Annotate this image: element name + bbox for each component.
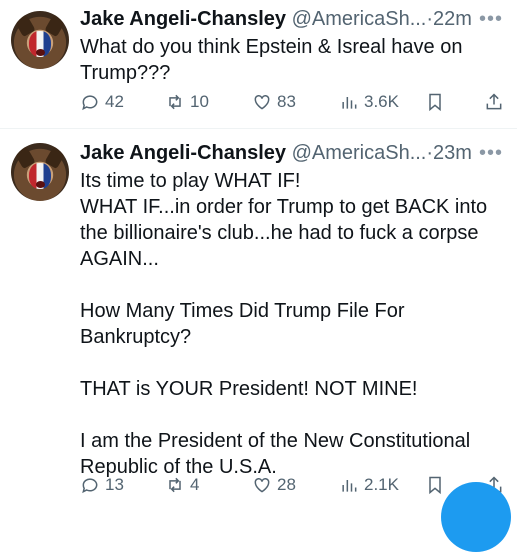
reply-icon xyxy=(82,95,98,111)
repost-icon xyxy=(169,94,181,110)
repost-button[interactable]: 4 xyxy=(165,475,199,495)
views-count: 3.6K xyxy=(364,92,399,111)
text-line: What do you think Epstein & Isreal have … xyxy=(80,36,463,58)
views-icon xyxy=(342,97,357,109)
action-bar: 13 4 28 2.1K xyxy=(80,475,504,499)
compose-button[interactable] xyxy=(441,482,511,552)
more-icon[interactable]: ••• xyxy=(479,143,503,163)
views-icon xyxy=(342,480,357,492)
text-line: THAT is YOUR President! NOT MINE! xyxy=(80,378,418,400)
bookmark-icon xyxy=(429,93,441,112)
more-icon[interactable]: ••• xyxy=(479,9,503,29)
reply-icon xyxy=(82,478,98,494)
like-icon xyxy=(254,477,270,493)
bookmark-button[interactable] xyxy=(425,475,450,495)
reply-button[interactable]: 42 xyxy=(80,92,124,112)
tweet-header: Jake Angeli-Chansley @AmericaSh...·23m xyxy=(80,141,472,165)
reply-count: 42 xyxy=(105,92,124,111)
text-line: Bankruptcy? xyxy=(80,326,192,348)
text-line: How Many Times Did Trump File For xyxy=(80,300,405,322)
text-line: Its time to play WHAT IF! xyxy=(80,170,301,192)
tweet-text: What do you think Epstein & Isreal have … xyxy=(80,34,505,86)
repost-count: 4 xyxy=(190,475,200,494)
repost-button[interactable]: 10 xyxy=(165,92,209,112)
text-line: Trump??? xyxy=(80,62,171,84)
author-handle[interactable]: @AmericaSh... xyxy=(292,142,427,164)
like-count: 28 xyxy=(277,475,296,494)
reply-button[interactable]: 13 xyxy=(80,475,124,495)
avatar[interactable] xyxy=(11,143,69,201)
share-button[interactable] xyxy=(484,92,509,112)
views-button[interactable]: 2.1K xyxy=(339,475,399,495)
timestamp[interactable]: 22m xyxy=(433,8,472,30)
author-name[interactable]: Jake Angeli-Chansley xyxy=(80,8,286,30)
bookmark-button[interactable] xyxy=(425,92,450,112)
avatar[interactable] xyxy=(11,11,69,69)
text-line: AGAIN... xyxy=(80,248,159,270)
divider xyxy=(0,128,517,129)
text-line: the billionaire's club...he had to fuck … xyxy=(80,222,479,244)
like-icon xyxy=(254,94,270,110)
timestamp[interactable]: 23m xyxy=(433,142,472,164)
action-bar: 42 10 83 3.6K xyxy=(80,92,504,116)
tweet-header: Jake Angeli-Chansley @AmericaSh...·22m xyxy=(80,7,472,31)
bookmark-icon xyxy=(429,476,441,495)
text-line: WHAT IF...in order for Trump to get BACK… xyxy=(80,196,488,218)
like-button[interactable]: 83 xyxy=(252,92,296,112)
reply-count: 13 xyxy=(105,475,124,494)
repost-icon xyxy=(169,477,181,493)
text-line: I am the President of the New Constituti… xyxy=(80,430,471,452)
like-button[interactable]: 28 xyxy=(252,475,296,495)
author-name[interactable]: Jake Angeli-Chansley xyxy=(80,142,286,164)
author-handle[interactable]: @AmericaSh... xyxy=(292,8,427,30)
tweet-text: Its time to play WHAT IF! WHAT IF...in o… xyxy=(80,168,505,480)
views-button[interactable]: 3.6K xyxy=(339,92,399,112)
like-count: 83 xyxy=(277,92,296,111)
repost-count: 10 xyxy=(190,92,209,111)
views-count: 2.1K xyxy=(364,475,399,494)
share-icon xyxy=(486,93,502,110)
